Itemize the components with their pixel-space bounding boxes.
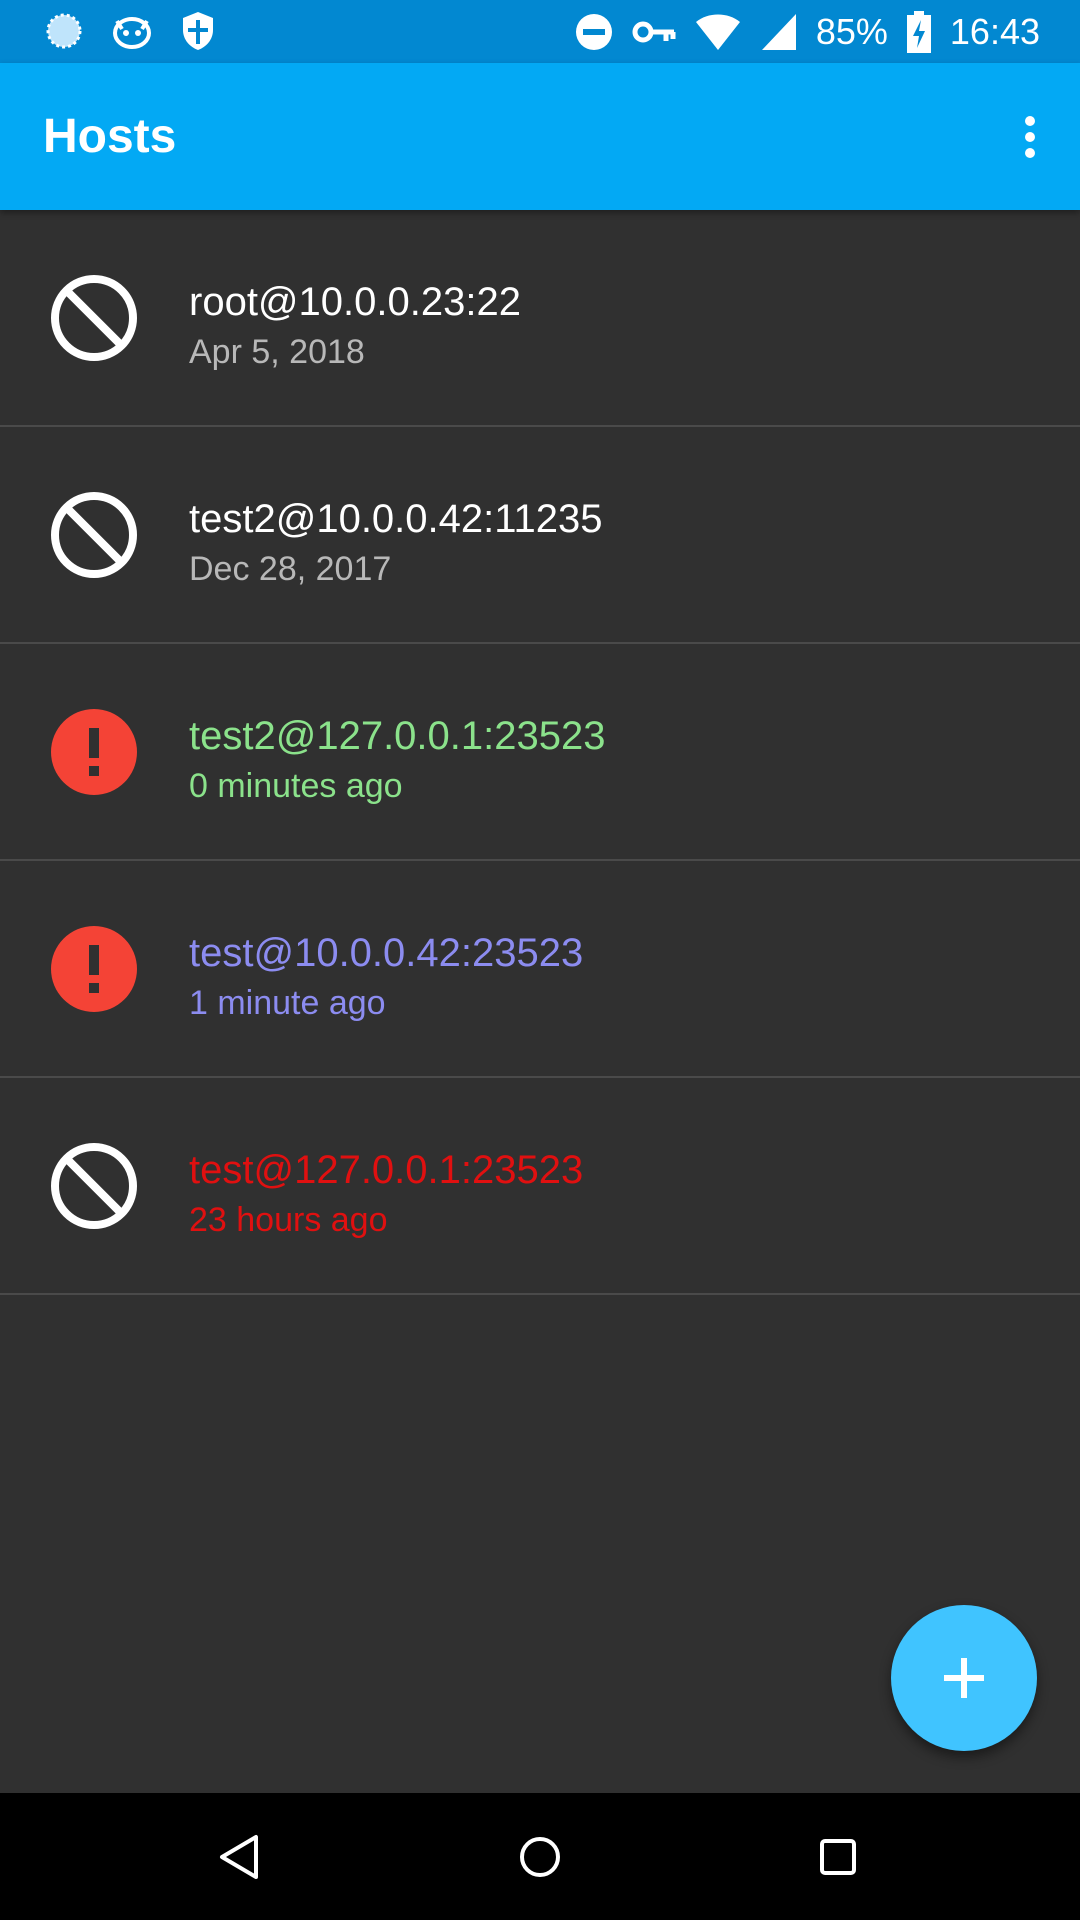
error-icon [51,926,137,1012]
status-bar: 85% 16:43 [0,0,1080,63]
more-vert-icon [1025,116,1035,158]
add-icon [944,1658,984,1698]
host-title: test@127.0.0.1:23523 [189,1148,584,1192]
shield-icon [183,12,213,50]
host-last-connected: 23 hours ago [189,1201,388,1239]
host-title: test@10.0.0.42:23523 [189,931,584,975]
battery-charging-icon [906,11,931,53]
wifi-icon [695,14,740,50]
cat-face-icon [113,17,151,49]
page-title: Hosts [43,110,177,163]
loading-circle-icon [46,13,82,49]
block-icon [51,492,137,578]
cell-signal-icon [761,14,796,50]
host-title: test2@127.0.0.1:23523 [189,714,606,758]
host-last-connected: Dec 28, 2017 [189,550,392,588]
error-icon [51,709,137,795]
navigation-bar [0,1793,1080,1920]
vpn-key-icon [632,21,676,43]
host-last-connected: 0 minutes ago [189,767,403,805]
overflow-menu-button[interactable] [1000,101,1060,173]
host-row-test2-10-0-0-42[interactable]: test2@10.0.0.42:11235 Dec 28, 2017 [0,427,1080,644]
host-row-test2-127-0-0-1[interactable]: test2@127.0.0.1:23523 0 minutes ago [0,644,1080,861]
app-bar: Hosts [0,63,1080,210]
host-title: root@10.0.0.23:22 [189,280,521,324]
host-row-root-10-0-0-23[interactable]: root@10.0.0.23:22 Apr 5, 2018 [0,210,1080,427]
block-icon [51,275,137,361]
clock: 16:43 [949,11,1040,52]
host-title: test2@10.0.0.42:11235 [189,497,603,541]
host-last-connected: 1 minute ago [189,984,386,1022]
host-last-connected: Apr 5, 2018 [189,333,365,371]
host-list: root@10.0.0.23:22 Apr 5, 2018 test2@10.0… [0,210,1080,1295]
add-host-button[interactable] [891,1605,1037,1751]
recents-icon[interactable] [806,1825,870,1889]
battery-percent: 85% [815,11,888,52]
block-icon [51,1143,137,1229]
home-icon[interactable] [508,1825,572,1889]
back-icon[interactable] [208,1825,272,1889]
do-not-disturb-icon [575,14,612,50]
host-row-test-10-0-0-42[interactable]: test@10.0.0.42:23523 1 minute ago [0,861,1080,1078]
host-row-test-127-0-0-1[interactable]: test@127.0.0.1:23523 23 hours ago [0,1078,1080,1295]
